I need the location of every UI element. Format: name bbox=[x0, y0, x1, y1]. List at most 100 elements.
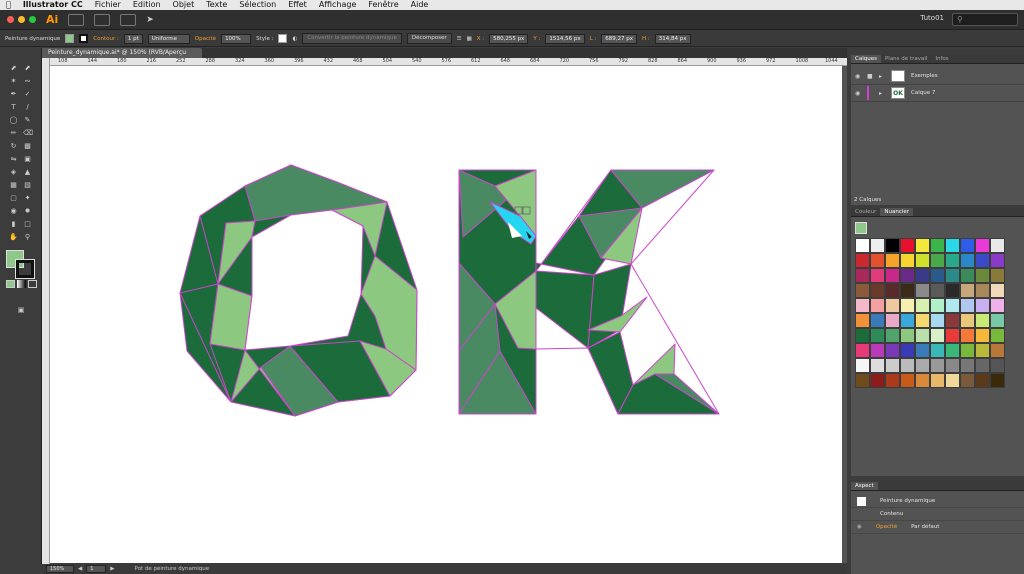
symbol-sprayer-tool-icon[interactable]: ✹ bbox=[23, 207, 32, 215]
apple-menu-icon[interactable]:  bbox=[6, 0, 11, 10]
artboard[interactable] bbox=[50, 66, 842, 563]
swatch[interactable] bbox=[930, 373, 945, 388]
swatch[interactable] bbox=[855, 283, 870, 298]
visibility-eye-icon[interactable]: ◉ bbox=[855, 90, 863, 97]
swatch[interactable] bbox=[915, 328, 930, 343]
expand-triangle-icon[interactable]: ▸ bbox=[879, 90, 887, 97]
align-icon[interactable]: ☰ bbox=[457, 36, 462, 42]
swatch[interactable] bbox=[870, 313, 885, 328]
color-mode-icon[interactable] bbox=[6, 280, 15, 288]
swatch[interactable] bbox=[930, 328, 945, 343]
perspective-grid-tool-icon[interactable]: ▦ bbox=[9, 181, 18, 189]
swatch[interactable] bbox=[870, 343, 885, 358]
swatch[interactable] bbox=[975, 313, 990, 328]
swatch[interactable] bbox=[975, 343, 990, 358]
visibility-eye-icon[interactable]: ◉ bbox=[855, 73, 863, 80]
zoom-field[interactable]: 150% bbox=[46, 565, 74, 573]
swatch[interactable] bbox=[870, 283, 885, 298]
search-input[interactable]: ⚲ bbox=[952, 13, 1018, 26]
stock-icon[interactable] bbox=[94, 13, 111, 26]
swatch[interactable] bbox=[885, 373, 900, 388]
swatch[interactable] bbox=[960, 298, 975, 313]
minimize-window-icon[interactable] bbox=[18, 16, 25, 23]
swatch[interactable] bbox=[975, 298, 990, 313]
type-tool-icon[interactable]: T bbox=[9, 103, 18, 111]
swatch[interactable] bbox=[960, 268, 975, 283]
menu-fenetre[interactable]: Fenêtre bbox=[368, 0, 398, 10]
swatch[interactable] bbox=[975, 328, 990, 343]
swatch[interactable] bbox=[960, 373, 975, 388]
swatch[interactable] bbox=[930, 343, 945, 358]
swatch[interactable] bbox=[945, 268, 960, 283]
menu-edition[interactable]: Edition bbox=[133, 0, 161, 10]
shape-builder-tool-icon[interactable]: ◈ bbox=[9, 168, 18, 176]
swatch[interactable] bbox=[945, 373, 960, 388]
swatch[interactable] bbox=[915, 343, 930, 358]
swatch[interactable] bbox=[990, 343, 1005, 358]
screen-mode-icon[interactable]: ▣ bbox=[14, 306, 28, 314]
h-field[interactable]: 314,84 px bbox=[654, 33, 691, 44]
swatch[interactable] bbox=[930, 298, 945, 313]
swatch[interactable] bbox=[915, 313, 930, 328]
expand-button[interactable]: Décomposer bbox=[406, 33, 452, 44]
live-paint-bucket-tool-icon[interactable]: ▲ bbox=[23, 168, 32, 176]
swatch[interactable] bbox=[960, 253, 975, 268]
stroke-weight-field[interactable]: 1 pt bbox=[123, 33, 143, 44]
swatch[interactable] bbox=[945, 253, 960, 268]
swatch[interactable] bbox=[915, 268, 930, 283]
swatch[interactable] bbox=[990, 373, 1005, 388]
appearance-opacity-row[interactable]: ◉ Opacité Par défaut bbox=[851, 521, 1024, 534]
swatch[interactable] bbox=[960, 358, 975, 373]
swatch[interactable] bbox=[870, 298, 885, 313]
swatch[interactable] bbox=[990, 253, 1005, 268]
swatch[interactable] bbox=[945, 238, 960, 253]
stroke-profile-select[interactable]: Uniforme bbox=[147, 33, 190, 44]
swatch[interactable] bbox=[885, 343, 900, 358]
swatch[interactable] bbox=[885, 238, 900, 253]
style-swatch[interactable] bbox=[278, 34, 288, 43]
swatch[interactable] bbox=[945, 313, 960, 328]
free-transform-tool-icon[interactable]: ▣ bbox=[23, 155, 32, 163]
lock-icon[interactable]: ■ bbox=[867, 73, 875, 80]
swatch[interactable] bbox=[930, 313, 945, 328]
pen-tool-icon[interactable]: ✒ bbox=[9, 90, 18, 98]
width-tool-icon[interactable]: ⇋ bbox=[9, 155, 18, 163]
tab-artboards[interactable]: Plans de travail bbox=[881, 55, 931, 63]
swatch[interactable] bbox=[885, 328, 900, 343]
curvature-tool-icon[interactable]: ✓ bbox=[23, 90, 32, 98]
menu-aide[interactable]: Aide bbox=[411, 0, 429, 10]
swatch[interactable] bbox=[885, 358, 900, 373]
hand-tool-icon[interactable]: ✋ bbox=[9, 233, 18, 241]
swatch[interactable] bbox=[885, 268, 900, 283]
lasso-tool-icon[interactable]: ∾ bbox=[23, 77, 32, 85]
swatch[interactable] bbox=[960, 283, 975, 298]
swatch[interactable] bbox=[900, 253, 915, 268]
swatch[interactable] bbox=[915, 238, 930, 253]
gradient-mode-icon[interactable] bbox=[17, 280, 26, 288]
eraser-tool-icon[interactable]: ⌫ bbox=[23, 129, 33, 137]
swatch[interactable] bbox=[915, 373, 930, 388]
swatch[interactable] bbox=[990, 283, 1005, 298]
vertical-scrollbar[interactable] bbox=[842, 66, 847, 563]
tab-info[interactable]: Infos bbox=[931, 55, 952, 63]
swatch[interactable] bbox=[870, 328, 885, 343]
swatch[interactable] bbox=[930, 253, 945, 268]
pencil-tool-icon[interactable]: ✏ bbox=[9, 129, 18, 137]
swatch[interactable] bbox=[885, 283, 900, 298]
swatch[interactable] bbox=[900, 328, 915, 343]
swatch[interactable] bbox=[870, 358, 885, 373]
swatch[interactable] bbox=[855, 313, 870, 328]
swatch[interactable] bbox=[975, 283, 990, 298]
swatch[interactable] bbox=[990, 238, 1005, 253]
menu-affichage[interactable]: Affichage bbox=[319, 0, 357, 10]
swatch[interactable] bbox=[960, 313, 975, 328]
swatch[interactable] bbox=[975, 373, 990, 388]
tab-swatches[interactable]: Nuancier bbox=[880, 208, 914, 216]
tab-color[interactable]: Couleur bbox=[851, 208, 880, 216]
swatch[interactable] bbox=[900, 313, 915, 328]
rotate-tool-icon[interactable]: ↻ bbox=[9, 142, 18, 150]
swatch[interactable] bbox=[885, 298, 900, 313]
swatch[interactable] bbox=[900, 268, 915, 283]
swatch[interactable] bbox=[870, 238, 885, 253]
swatch[interactable] bbox=[870, 268, 885, 283]
